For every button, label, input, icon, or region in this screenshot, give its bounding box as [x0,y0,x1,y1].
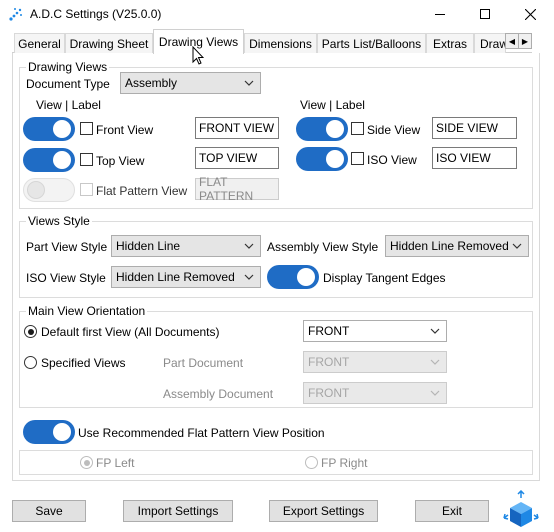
tab-scroll-buttons[interactable]: ◀ ▶ [505,33,532,49]
assembly-view-style-label: Assembly View Style [267,240,379,254]
part-document-dropdown[interactable]: FRONT [303,351,447,373]
main-view-orientation-group-title: Main View Orientation [26,304,148,318]
close-button[interactable] [508,0,552,28]
tab-scroll-right-icon[interactable]: ▶ [519,34,531,48]
flat-pattern-view-label: Flat Pattern View [96,184,188,198]
chevron-down-icon [430,359,440,365]
side-view-label-checkbox[interactable] [351,122,364,135]
fp-left-label: FP Left [96,456,135,470]
default-first-view-dropdown[interactable]: FRONT [303,320,447,342]
default-first-view-label: Default first View (All Documents) [41,325,220,339]
iso-view-text-input[interactable]: ISO VIEW [432,147,517,169]
assembly-view-style-dropdown[interactable]: Hidden Line Removed [385,235,529,257]
flat-pattern-view-toggle[interactable] [23,178,75,202]
side-view-label: Side View [367,123,421,137]
cube-logo-icon [500,489,542,532]
tab-drawing-sheet[interactable]: Drawing Sheet [65,33,153,53]
chevron-down-icon [512,243,522,249]
tab-parts-list-balloons[interactable]: Parts List/Balloons [317,33,426,53]
minimize-button[interactable] [418,0,462,28]
flat-pattern-text-input[interactable]: FLAT PATTERN [195,175,279,203]
chevron-down-icon [430,390,440,396]
top-view-label-checkbox[interactable] [80,153,93,166]
tab-general[interactable]: General [14,33,65,53]
maximize-icon [480,9,490,19]
default-first-view-radio[interactable] [24,325,37,338]
chevron-down-icon [244,80,254,86]
maximize-button[interactable] [463,0,507,28]
chevron-down-icon [430,328,440,334]
front-view-label-checkbox[interactable] [80,122,93,135]
top-view-label: Top View [96,154,145,168]
top-view-text-input[interactable]: TOP VIEW [195,147,279,169]
side-view-text-input[interactable]: SIDE VIEW [432,117,517,139]
exit-button[interactable]: Exit [415,500,489,522]
tab-drawing-partial[interactable]: Draw [474,33,506,53]
iso-view-style-dropdown[interactable]: Hidden Line Removed [111,266,261,288]
part-view-style-dropdown[interactable]: Hidden Line [111,235,261,257]
close-icon [524,8,536,20]
export-settings-button[interactable]: Export Settings [269,500,378,522]
tab-scroll-left-icon[interactable]: ◀ [506,34,519,48]
assembly-document-dropdown[interactable]: FRONT [303,382,447,404]
assembly-document-label: Assembly Document [163,387,274,401]
document-type-dropdown[interactable]: Assembly [120,72,261,94]
iso-view-label: ISO View [367,153,417,167]
front-view-text-input[interactable]: FRONT VIEW [195,117,279,139]
chevron-down-icon [244,243,254,249]
view-label-header-right: View | Label [300,98,365,112]
part-view-style-label: Part View Style [26,240,108,254]
view-label-header-left: View | Label [36,98,101,112]
iso-view-toggle[interactable] [296,147,348,171]
specified-views-radio[interactable] [24,356,37,369]
fp-right-label: FP Right [321,456,368,470]
top-view-toggle[interactable] [23,148,75,172]
views-style-group-title: Views Style [26,214,92,228]
fp-right-radio[interactable] [305,456,318,469]
front-view-toggle[interactable] [23,117,75,141]
display-tangent-edges-label: Display Tangent Edges [323,271,446,285]
recommended-flat-pattern-label: Use Recommended Flat Pattern View Positi… [78,426,325,440]
specified-views-label: Specified Views [41,356,126,370]
flat-pattern-label-checkbox[interactable] [80,183,93,196]
iso-view-label-checkbox[interactable] [351,152,364,165]
app-logo-icon [8,6,24,22]
save-button[interactable]: Save [12,500,86,522]
drawing-views-group-title: Drawing Views [26,60,110,74]
tab-extras[interactable]: Extras [426,33,474,53]
mouse-cursor-icon [192,45,205,69]
tab-dimensions[interactable]: Dimensions [244,33,317,53]
side-view-toggle[interactable] [296,117,348,141]
recommended-flat-pattern-toggle[interactable] [23,420,75,444]
display-tangent-edges-toggle[interactable] [267,265,319,289]
front-view-label: Front View [96,123,154,137]
iso-view-style-label: ISO View Style [26,271,106,285]
window-title: A.D.C Settings (V25.0.0) [30,7,162,21]
minimize-icon [435,13,445,15]
part-document-label: Part Document [163,356,244,370]
chevron-down-icon [244,274,254,280]
document-type-label: Document Type [26,77,110,91]
fp-left-radio[interactable] [80,456,93,469]
import-settings-button[interactable]: Import Settings [123,500,233,522]
